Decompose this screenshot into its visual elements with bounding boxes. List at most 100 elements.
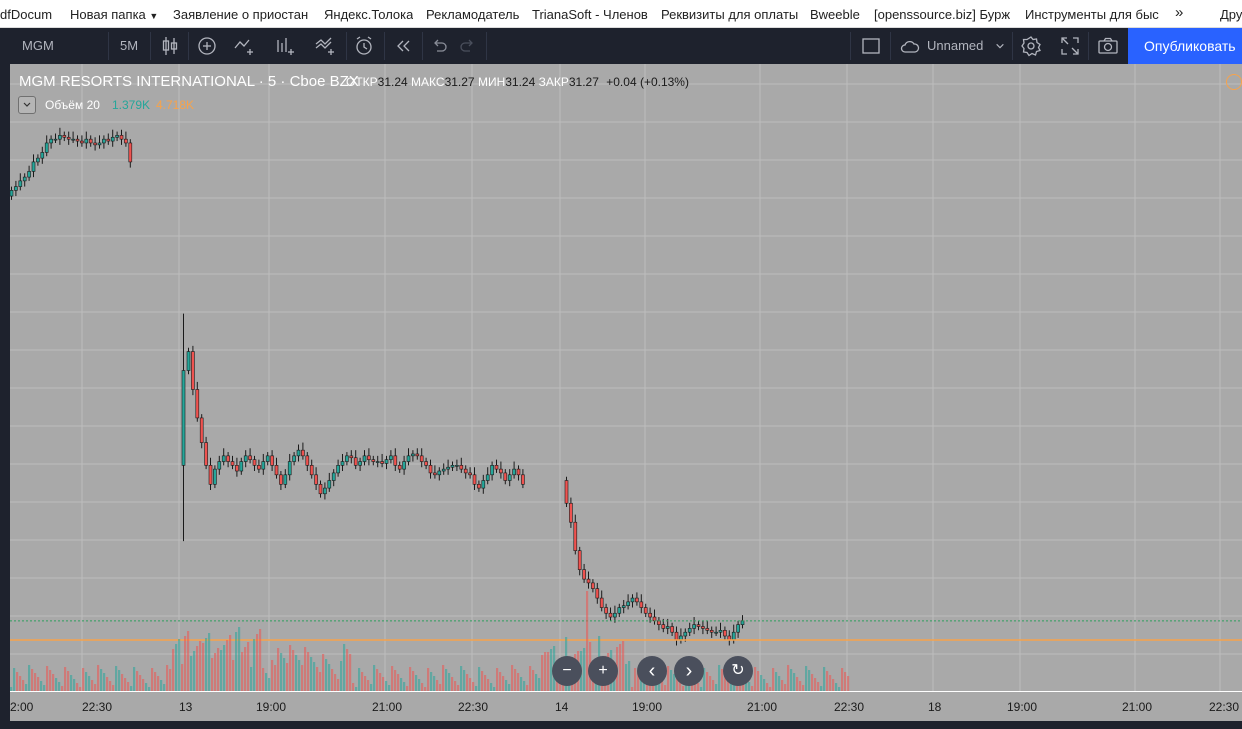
volume-bar	[487, 679, 490, 691]
volume-bar	[619, 644, 622, 691]
volume-bar	[805, 666, 808, 691]
other-bookmarks-button[interactable]: Дру	[1220, 7, 1242, 22]
bookmark-item[interactable]: Заявление о приостан	[173, 7, 309, 22]
volume-bar	[787, 665, 790, 691]
candle-body	[586, 578, 591, 584]
volume-bar	[715, 684, 718, 691]
volume-bar	[772, 668, 775, 691]
volume-bar	[40, 681, 43, 691]
volume-bar	[433, 676, 436, 691]
settings-icon[interactable]	[1019, 34, 1043, 58]
undo-icon[interactable]	[427, 34, 451, 58]
reset-chart-button[interactable]: ↻	[723, 656, 753, 686]
volume-bar	[478, 667, 481, 691]
layout-square-icon[interactable]	[859, 34, 883, 58]
time-tick: 14	[555, 700, 569, 714]
open-value: 31.24	[377, 75, 408, 89]
price-alert-marker[interactable]	[1226, 74, 1242, 90]
volume-bar	[283, 658, 286, 691]
volume-bar	[256, 634, 259, 691]
scroll-right-button[interactable]: ›	[674, 656, 704, 686]
volume-bar	[466, 674, 469, 691]
volume-bar	[796, 677, 799, 691]
camera-icon[interactable]	[1096, 34, 1120, 58]
publish-button[interactable]: Опубликовать	[1128, 28, 1242, 64]
bookmark-item[interactable]: TrianaSoft - Членов	[532, 7, 648, 22]
time-tick: 2:00	[10, 700, 34, 714]
time-axis[interactable]: 2:00 22:30 13 19:00 21:00 22:30 14 19:00…	[10, 691, 1242, 721]
candles-icon[interactable]	[158, 34, 182, 58]
candle-body	[248, 455, 252, 460]
chevron-down-icon[interactable]	[990, 34, 1010, 58]
volume-bar	[214, 653, 217, 691]
candle-body	[521, 474, 525, 485]
scroll-left-button[interactable]: ‹	[637, 656, 667, 686]
volume-bar	[178, 639, 181, 691]
candle-body	[331, 472, 336, 481]
candle-body	[71, 138, 75, 141]
compare-icon[interactable]	[232, 34, 256, 58]
candle-body	[93, 142, 97, 146]
volume-value: 1.379K	[112, 98, 151, 112]
candle-body	[106, 138, 111, 142]
volume-bar	[325, 659, 328, 691]
candle-body	[714, 631, 718, 634]
zoom-out-button[interactable]: −	[552, 656, 582, 686]
cloud-icon[interactable]	[898, 34, 922, 58]
candle-body	[494, 465, 499, 470]
volume-bar	[145, 683, 148, 691]
redo-icon[interactable]	[456, 34, 480, 58]
interval-button[interactable]: 5M	[120, 38, 138, 53]
candle-body	[80, 140, 84, 144]
volume-bar	[823, 667, 826, 691]
time-tick: 18	[928, 700, 942, 714]
bookmark-item[interactable]: Реквизиты для оплаты	[661, 7, 798, 22]
zoom-in-button[interactable]: +	[588, 656, 618, 686]
candle-body	[84, 138, 89, 144]
bookmarks-overflow-button[interactable]: »	[1175, 4, 1183, 21]
add-indicator-icon[interactable]	[195, 34, 219, 58]
bookmark-item[interactable]: dfDocum	[0, 7, 56, 22]
volume-indicator-title: Объём 20	[45, 98, 100, 112]
volume-bar	[226, 640, 229, 691]
volume-bar	[469, 678, 472, 691]
volume-bar	[400, 678, 403, 691]
chart-pane[interactable]: MGM RESORTS INTERNATIONAL · 5 · Cboe BZX…	[10, 64, 1242, 691]
candle-body	[485, 474, 490, 481]
bookmark-folder-item[interactable]: Новая папка ▼	[70, 7, 158, 22]
volume-bar	[403, 682, 406, 691]
candle-body	[22, 176, 27, 182]
volume-bar	[34, 673, 37, 691]
candle-body	[191, 351, 195, 390]
fullscreen-icon[interactable]	[1058, 34, 1082, 58]
alert-icon[interactable]	[352, 34, 376, 58]
volume-bar	[799, 681, 802, 691]
bookmark-item[interactable]: [openssource.biz] Бурж	[874, 7, 1010, 22]
volume-bar	[541, 655, 544, 691]
volume-bar	[220, 650, 223, 691]
volume-bar	[175, 644, 178, 691]
candle-body	[88, 138, 93, 144]
volume-bar	[511, 665, 514, 691]
layout-name-button[interactable]: Unnamed	[927, 38, 983, 53]
candle-body	[723, 630, 727, 637]
candle-body	[577, 550, 582, 570]
price-chart[interactable]	[10, 64, 1242, 691]
time-tick: 19:00	[256, 700, 287, 714]
indicators-icon[interactable]	[273, 34, 297, 58]
bookmark-item[interactable]: Bweeble	[810, 7, 860, 22]
symbol-search-button[interactable]: MGM	[22, 38, 54, 53]
bookmark-item[interactable]: Инструменты для быс	[1025, 7, 1159, 22]
volume-bar	[187, 631, 190, 691]
candle-body	[696, 624, 701, 627]
candle-body	[124, 138, 128, 144]
templates-icon[interactable]	[313, 34, 337, 58]
candle-body	[270, 455, 274, 466]
candle-body	[301, 449, 305, 457]
replay-icon[interactable]	[392, 34, 416, 58]
bookmark-item[interactable]: Рекламодатель	[426, 7, 519, 22]
candle-body	[230, 461, 235, 466]
volume-collapse-button[interactable]	[18, 96, 36, 114]
volume-bar	[346, 649, 349, 691]
bookmark-item[interactable]: Яндекс.Толока	[324, 7, 413, 22]
